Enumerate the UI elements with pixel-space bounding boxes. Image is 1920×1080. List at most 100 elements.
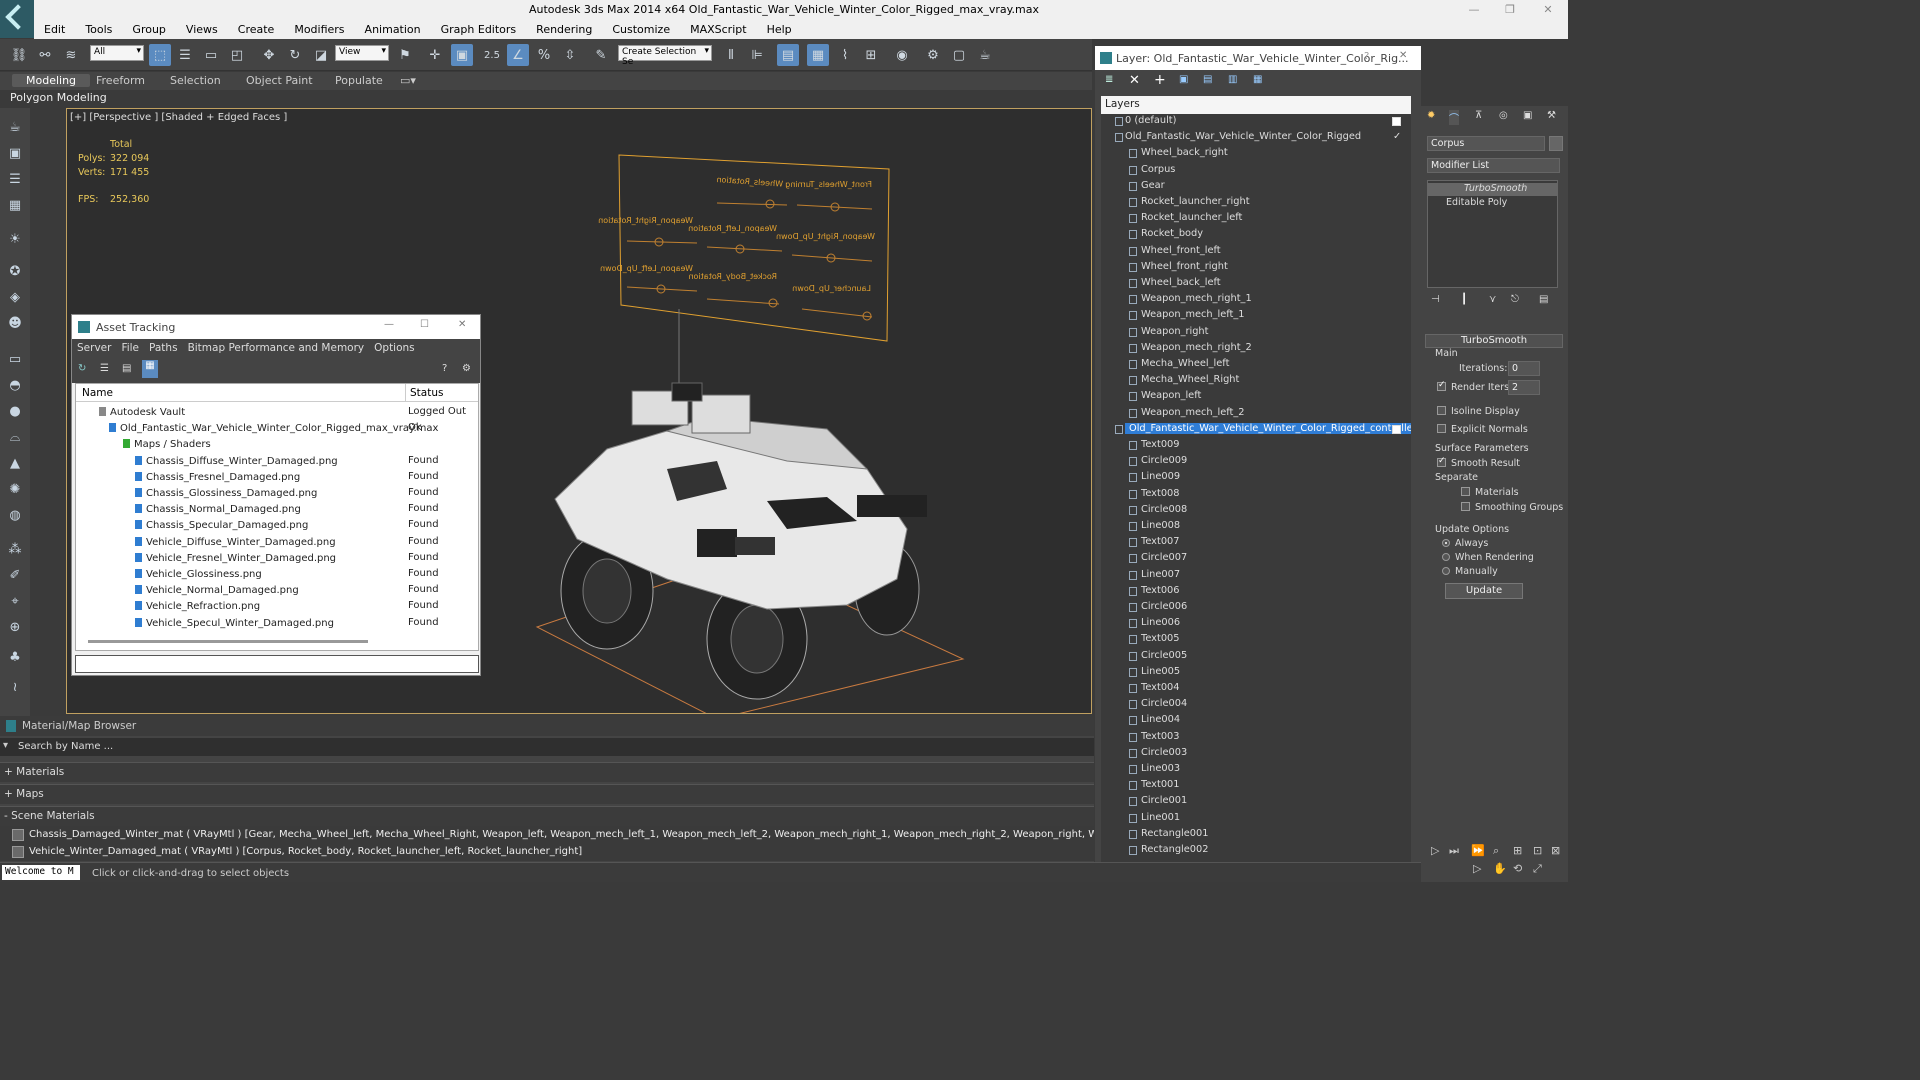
ribbon-options-icon[interactable]: ▭▾ bbox=[400, 74, 416, 87]
modifier-list-dropdown[interactable]: Modifier List bbox=[1427, 158, 1560, 173]
keyboard-shortcut-icon[interactable]: ▣ bbox=[451, 44, 473, 66]
show-end-result-icon[interactable]: ┃ bbox=[1461, 294, 1467, 305]
layer-manager-icon[interactable]: ▤ bbox=[777, 44, 799, 66]
menu-tools[interactable]: Tools bbox=[75, 20, 122, 39]
render-setup-icon[interactable]: ⚙ bbox=[922, 44, 944, 66]
asset-menu-file[interactable]: File bbox=[116, 339, 144, 357]
render-icon[interactable]: ☕ bbox=[974, 44, 996, 66]
layer-row[interactable]: Old_Fantastic_War_Vehicle_Winter_Color_R… bbox=[1101, 130, 1411, 146]
camera-icon[interactable]: ✪ bbox=[5, 262, 25, 280]
layer-object-row[interactable]: Mecha_Wheel_Right bbox=[1101, 373, 1411, 389]
asset-row[interactable]: Chassis_Glossiness_Damaged.png Found bbox=[76, 485, 478, 501]
display-tab-icon[interactable]: ▣ bbox=[1523, 110, 1532, 121]
hide-all-icon[interactable]: ▥ bbox=[1228, 74, 1237, 85]
scale-icon[interactable]: ◪ bbox=[310, 44, 332, 66]
layer-object-row[interactable]: Line009 bbox=[1101, 470, 1411, 486]
menu-modifiers[interactable]: Modifiers bbox=[284, 20, 354, 39]
menu-group[interactable]: Group bbox=[122, 20, 176, 39]
rect-selection-icon[interactable]: ▭ bbox=[200, 44, 222, 66]
asset-path-field[interactable] bbox=[75, 655, 479, 673]
layer-object-row[interactable]: Line008 bbox=[1101, 519, 1411, 535]
align-icon[interactable]: ⊫ bbox=[746, 44, 768, 66]
object-name-field[interactable]: Corpus bbox=[1427, 136, 1545, 151]
col-name[interactable]: Name bbox=[82, 387, 113, 399]
asset-row[interactable]: Chassis_Specular_Damaged.png Found bbox=[76, 517, 478, 533]
add-layer-icon[interactable]: + bbox=[1154, 72, 1166, 88]
asset-menu-server[interactable]: Server bbox=[72, 339, 116, 357]
smooth-result-checkbox[interactable] bbox=[1437, 456, 1446, 467]
layer-object-row[interactable]: Rectangle001 bbox=[1101, 827, 1411, 843]
render-iters-checkbox[interactable] bbox=[1437, 380, 1446, 391]
motion-tab-icon[interactable]: ◎ bbox=[1499, 110, 1508, 121]
object-color-swatch[interactable] bbox=[1549, 136, 1563, 151]
rotate-icon[interactable]: ↻ bbox=[284, 44, 306, 66]
maximize-viewport-icon[interactable]: ⤢ bbox=[1533, 862, 1542, 876]
layer-object-row[interactable]: Line007 bbox=[1101, 568, 1411, 584]
layer-object-row[interactable]: Circle006 bbox=[1101, 600, 1411, 616]
menu-customize[interactable]: Customize bbox=[602, 20, 680, 39]
app-logo-icon[interactable] bbox=[0, 0, 34, 38]
utilities-tab-icon[interactable]: ⚒ bbox=[1547, 110, 1556, 121]
polygon-modeling-panel[interactable]: Polygon Modeling bbox=[10, 91, 107, 104]
layer-object-row[interactable]: Text006 bbox=[1101, 584, 1411, 600]
pivot-icon[interactable]: ⚑ bbox=[394, 44, 416, 66]
layer-object-row[interactable]: Line005 bbox=[1101, 665, 1411, 681]
unlink-icon[interactable]: ⚯ bbox=[34, 44, 56, 66]
isoline-display-checkbox[interactable] bbox=[1437, 406, 1446, 415]
layer-row[interactable]: Old_Fantastic_War_Vehicle_Winter_Color_R… bbox=[1101, 422, 1411, 438]
list-view-icon[interactable]: ☰ bbox=[100, 363, 109, 374]
scene-material-row[interactable]: Chassis_Damaged_Winter_mat ( VRayMtl ) [… bbox=[0, 826, 1094, 844]
orbit-icon[interactable]: ⟲ bbox=[1513, 862, 1522, 875]
layer-object-row[interactable]: Wheel_front_right bbox=[1101, 260, 1411, 276]
layer-object-row[interactable]: Wheel_front_left bbox=[1101, 244, 1411, 260]
turbosmooth-rollout[interactable]: TurboSmooth bbox=[1425, 334, 1563, 348]
active-layer-check-icon[interactable]: ✓ bbox=[1393, 131, 1401, 142]
asset-row[interactable]: Vehicle_Diffuse_Winter_Damaged.png Found bbox=[76, 534, 478, 550]
go-to-end-icon[interactable]: ⏩ bbox=[1471, 844, 1485, 857]
zoom-all-icon[interactable]: ⊞ bbox=[1513, 844, 1522, 857]
update-button[interactable]: Update bbox=[1445, 583, 1523, 599]
layer-object-row[interactable]: Rocket_launcher_right bbox=[1101, 195, 1411, 211]
menu-help[interactable]: Help bbox=[757, 20, 802, 39]
percent-snap-icon[interactable]: % bbox=[533, 44, 555, 66]
mat-browser-titlebar[interactable]: Material/Map Browser bbox=[0, 716, 1094, 736]
layer-object-row[interactable]: Circle008 bbox=[1101, 503, 1411, 519]
move-icon[interactable]: ✥ bbox=[258, 44, 280, 66]
maxscript-listener[interactable]: Welcome to M bbox=[2, 865, 80, 880]
layer-row[interactable]: 0 (default) bbox=[1101, 114, 1411, 130]
asset-row[interactable]: Chassis_Normal_Damaged.png Found bbox=[76, 501, 478, 517]
layer-object-row[interactable]: Weapon_mech_left_2 bbox=[1101, 406, 1411, 422]
tab-selection[interactable]: Selection bbox=[170, 74, 221, 87]
tree-view-icon[interactable]: ▤ bbox=[122, 363, 131, 374]
menu-rendering[interactable]: Rendering bbox=[526, 20, 602, 39]
menu-views[interactable]: Views bbox=[176, 20, 228, 39]
asset-row[interactable]: Vehicle_Glossiness.png Found bbox=[76, 566, 478, 582]
materials-checkbox[interactable] bbox=[1461, 487, 1470, 496]
layer-object-row[interactable]: Line006 bbox=[1101, 616, 1411, 632]
manually-radio[interactable] bbox=[1442, 567, 1450, 575]
create-tab-icon[interactable]: ✹ bbox=[1427, 110, 1435, 121]
ribbon-toggle-icon[interactable]: ▦ bbox=[807, 44, 829, 66]
configure-sets-icon[interactable]: ▤ bbox=[1539, 294, 1548, 305]
settings-icon[interactable]: ⚙ bbox=[462, 363, 471, 374]
layer-object-row[interactable]: Corpus bbox=[1101, 163, 1411, 179]
materials-group[interactable]: + Materials bbox=[0, 762, 1094, 782]
layer-object-row[interactable]: Rocket_body bbox=[1101, 227, 1411, 243]
layer-object-row[interactable]: Circle003 bbox=[1101, 746, 1411, 762]
layer-help-icon[interactable]: ? bbox=[1364, 51, 1369, 62]
maps-group[interactable]: + Maps bbox=[0, 784, 1094, 804]
close-icon[interactable]: ✕ bbox=[1541, 3, 1555, 17]
manipulate-icon[interactable]: ✛ bbox=[424, 44, 446, 66]
tab-modeling[interactable]: Modeling bbox=[12, 74, 91, 87]
field-of-view-icon[interactable]: ▷ bbox=[1473, 862, 1481, 875]
asset-row[interactable]: Old_Fantastic_War_Vehicle_Winter_Color_R… bbox=[76, 420, 478, 436]
when-rendering-radio[interactable] bbox=[1442, 553, 1450, 561]
bind-space-warp-icon[interactable]: ≋ bbox=[60, 44, 82, 66]
render-frame-icon[interactable]: ▣ bbox=[5, 144, 25, 162]
layer-object-row[interactable]: Line004 bbox=[1101, 713, 1411, 729]
next-frame-icon[interactable]: ⏭ bbox=[1449, 844, 1459, 858]
layer-object-row[interactable]: Gear bbox=[1101, 179, 1411, 195]
menu-create[interactable]: Create bbox=[228, 20, 285, 39]
menu-graph-editors[interactable]: Graph Editors bbox=[431, 20, 527, 39]
plane-icon[interactable]: ▭ bbox=[5, 350, 25, 368]
